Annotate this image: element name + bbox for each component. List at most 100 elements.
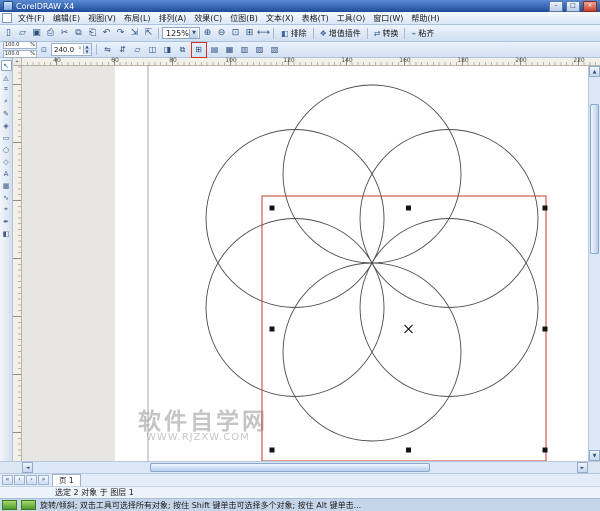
scroll-down-button[interactable]: ▼ <box>589 450 600 461</box>
open-icon[interactable]: ▱ <box>16 27 29 40</box>
selection-handle-3[interactable] <box>543 206 548 211</box>
combine-icon[interactable]: ▤ <box>208 43 222 57</box>
text-tool[interactable]: A <box>1 168 12 179</box>
window-title: CorelDRAW X4 <box>16 2 74 11</box>
outline-tool[interactable]: ✒ <box>1 216 12 227</box>
scale-x-field[interactable]: 100.0 % <box>3 41 37 49</box>
eyedropper-tool[interactable]: ⌖ <box>1 204 12 215</box>
intersect-icon[interactable]: ⧉ <box>176 43 190 57</box>
plugins-button[interactable]: ❖增值插件 <box>316 26 365 41</box>
selection-center-mark[interactable] <box>405 325 413 333</box>
polygon-tool[interactable]: ◇ <box>1 156 12 167</box>
zoom-selected-icon[interactable]: ⊡ <box>229 27 242 40</box>
exclude-icon: ◧ <box>281 29 289 38</box>
save-icon[interactable]: ▣ <box>30 27 43 40</box>
menu-item-window[interactable]: 窗口(W) <box>369 13 407 24</box>
selection-handle-2[interactable] <box>406 206 411 211</box>
menu-item-file[interactable]: 文件(F) <box>14 13 49 24</box>
horizontal-ruler[interactable]: 406080100120140160180200220 <box>22 58 600 66</box>
zoom-level-combo[interactable]: 125% ▼ <box>162 27 200 39</box>
vertical-ruler[interactable] <box>13 66 22 461</box>
fill-tool[interactable]: ◧ <box>1 228 12 239</box>
freehand-tool[interactable]: ✎ <box>1 108 12 119</box>
drawing-svg[interactable] <box>22 66 588 461</box>
menu-item-tools[interactable]: 工具(O) <box>333 13 370 24</box>
weld-icon[interactable]: ◫ <box>146 43 160 57</box>
ruler-origin-button[interactable]: ⌖ <box>13 58 22 66</box>
redo-icon[interactable]: ↷ <box>114 27 127 40</box>
lock-ratio-icon[interactable]: ⊡ <box>39 44 49 56</box>
horizontal-scroll-thumb[interactable] <box>150 463 430 472</box>
undo-icon[interactable]: ↶ <box>100 27 113 40</box>
scale-y-field[interactable]: 100.0 % <box>3 50 37 58</box>
order-icon[interactable]: ▨ <box>253 43 267 57</box>
export-icon[interactable]: ⇱ <box>142 27 155 40</box>
interactive-tool[interactable]: ∿ <box>1 192 12 203</box>
menu-item-layout[interactable]: 布局(L) <box>120 13 155 24</box>
menu-item-help[interactable]: 帮助(H) <box>407 13 443 24</box>
smart-fill-tool[interactable]: ◈ <box>1 120 12 131</box>
menu-item-table[interactable]: 表格(T) <box>298 13 333 24</box>
menu-item-text[interactable]: 文本(X) <box>262 13 298 24</box>
hint-bar: 旋转/倾斜; 双击工具可选择所有对象; 按住 Shift 键单击可选择多个对象;… <box>0 498 600 511</box>
page-tab[interactable]: 页 1 <box>52 474 81 487</box>
rectangle-tool[interactable]: ▭ <box>1 132 12 143</box>
selection-handle-4[interactable] <box>270 327 275 332</box>
print-icon[interactable]: ⎙ <box>44 27 57 40</box>
menu-item-edit[interactable]: 编辑(E) <box>49 13 84 24</box>
selection-handle-6[interactable] <box>270 448 275 453</box>
rotation-angle-field[interactable]: 240.0 ° ▲▼ <box>51 43 92 56</box>
menu-item-effects[interactable]: 效果(C) <box>190 13 226 24</box>
snap-button[interactable]: ⌁粘齐 <box>407 26 438 41</box>
apply-to-duplicate-icon[interactable]: ⊞ <box>191 42 207 58</box>
prev-page-button[interactable]: ‹ <box>14 475 25 485</box>
mirror-vertical-icon[interactable]: ⇵ <box>116 43 130 57</box>
group-icon[interactable]: ▦ <box>223 43 237 57</box>
horizontal-scrollbar[interactable]: ◄ ► <box>22 461 588 473</box>
title-bar[interactable]: CorelDRAW X4 – □ × <box>0 0 600 12</box>
menu-item-view[interactable]: 视图(V) <box>84 13 120 24</box>
close-button[interactable]: × <box>583 1 597 12</box>
minimize-button[interactable]: – <box>549 1 563 12</box>
selection-handle-8[interactable] <box>543 448 548 453</box>
selection-handle-1[interactable] <box>270 206 275 211</box>
selection-handle-5[interactable] <box>543 327 548 332</box>
maximize-button[interactable]: □ <box>566 1 580 12</box>
vertical-scroll-thumb[interactable] <box>590 104 599 254</box>
import-icon[interactable]: ⇲ <box>128 27 141 40</box>
copy-icon[interactable]: ⧉ <box>72 27 85 40</box>
pick-tool[interactable]: ↖ <box>1 60 12 71</box>
crop-tool[interactable]: ⌗ <box>1 84 12 95</box>
to-curve-icon[interactable]: ▱ <box>131 43 145 57</box>
first-page-button[interactable]: « <box>2 475 13 485</box>
align-icon[interactable]: ▧ <box>268 43 282 57</box>
scroll-right-button[interactable]: ► <box>577 462 588 473</box>
zoom-page-icon[interactable]: ⊞ <box>243 27 256 40</box>
convert-button[interactable]: ⇄转换 <box>370 26 403 41</box>
vertical-scrollbar[interactable]: ▲ ▼ <box>588 66 600 461</box>
mirror-horizontal-icon[interactable]: ⇋ <box>101 43 115 57</box>
zoom-tool[interactable]: ⌕ <box>1 96 12 107</box>
trim-icon[interactable]: ◨ <box>161 43 175 57</box>
paste-icon[interactable]: ⎗ <box>86 27 99 40</box>
zoom-out-icon[interactable]: ⊖ <box>215 27 228 40</box>
ungroup-icon[interactable]: ▥ <box>238 43 252 57</box>
zoom-width-icon[interactable]: ⟷ <box>257 27 270 40</box>
last-page-button[interactable]: » <box>38 475 49 485</box>
zoom-in-icon[interactable]: ⊕ <box>201 27 214 40</box>
next-page-button[interactable]: › <box>26 475 37 485</box>
shape-tool[interactable]: ◬ <box>1 72 12 83</box>
menu-item-arrange[interactable]: 排列(A) <box>155 13 191 24</box>
exclude-button[interactable]: ◧排除 <box>277 26 311 41</box>
ruler-label: 180 <box>457 58 468 63</box>
menu-item-bitmaps[interactable]: 位图(B) <box>226 13 262 24</box>
ellipse-tool[interactable]: ○ <box>1 144 12 155</box>
selection-handle-7[interactable] <box>406 448 411 453</box>
chevron-down-icon: ▼ <box>189 29 198 38</box>
cut-icon[interactable]: ✂ <box>58 27 71 40</box>
rotation-spinner[interactable]: ▲▼ <box>83 45 91 54</box>
new-icon[interactable]: ▯ <box>2 27 15 40</box>
scroll-up-button[interactable]: ▲ <box>589 66 600 77</box>
table-tool[interactable]: ▦ <box>1 180 12 191</box>
scroll-left-button[interactable]: ◄ <box>22 462 33 473</box>
